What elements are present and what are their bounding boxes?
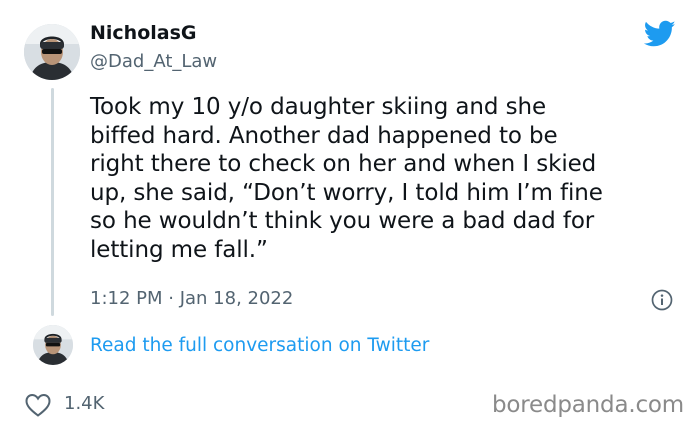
- tweet-text: Took my 10 y/o daughter skiing and she b…: [90, 94, 603, 263]
- twitter-bird-icon[interactable]: [644, 20, 676, 48]
- heart-icon[interactable]: [24, 392, 52, 418]
- source-watermark: boredpanda.com: [492, 392, 684, 418]
- author-display-name[interactable]: NicholasG: [90, 22, 197, 44]
- tweet-timestamp[interactable]: 1:12 PM · Jan 18, 2022: [90, 288, 293, 309]
- info-icon[interactable]: [651, 289, 673, 311]
- author-avatar[interactable]: [24, 24, 80, 80]
- author-avatar-small[interactable]: [33, 325, 73, 365]
- read-full-conversation-link[interactable]: Read the full conversation on Twitter: [90, 335, 429, 356]
- author-handle[interactable]: @Dad_At_Law: [90, 51, 217, 72]
- like-count: 1.4K: [64, 393, 105, 414]
- thread-connector-line: [51, 88, 54, 316]
